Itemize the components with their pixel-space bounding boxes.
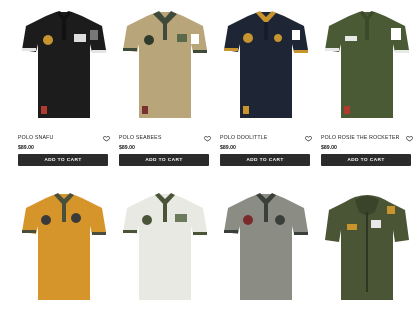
product-price: $89.00 bbox=[321, 145, 337, 151]
add-to-cart-button[interactable]: ADD TO CART bbox=[321, 154, 411, 166]
product-card[interactable]: POLO SEABEES $89.00 ADD TO CART bbox=[119, 8, 211, 166]
polo-shirt-image bbox=[325, 11, 409, 118]
product-card[interactable]: POLO ROSIE THE ROCKETER $89.00 ADD TO CA… bbox=[321, 8, 413, 166]
product-name[interactable]: POLO DOOLITTLE bbox=[220, 135, 267, 141]
product-grid: POLO SNAFU $89.00 ADD TO CART POLO SEABE… bbox=[0, 0, 420, 300]
product-image[interactable] bbox=[119, 8, 211, 128]
product-image[interactable] bbox=[18, 190, 110, 310]
hoodie-image bbox=[325, 195, 409, 300]
wishlist-heart-icon[interactable] bbox=[305, 135, 312, 142]
polo-shirt-image bbox=[22, 11, 106, 118]
product-price: $89.00 bbox=[119, 145, 135, 151]
wishlist-heart-icon[interactable] bbox=[406, 135, 413, 142]
product-card[interactable] bbox=[321, 190, 413, 310]
product-price: $89.00 bbox=[18, 145, 34, 151]
polo-shirt-image bbox=[224, 193, 308, 300]
product-card[interactable] bbox=[220, 190, 312, 310]
product-name[interactable]: POLO SEABEES bbox=[119, 135, 161, 141]
product-card[interactable] bbox=[119, 190, 211, 310]
product-name[interactable]: POLO ROSIE THE ROCKETER bbox=[321, 135, 400, 141]
product-image[interactable] bbox=[321, 8, 413, 128]
product-image[interactable] bbox=[321, 190, 413, 310]
add-to-cart-button[interactable]: ADD TO CART bbox=[18, 154, 108, 166]
product-card[interactable]: POLO SNAFU $89.00 ADD TO CART bbox=[18, 8, 110, 166]
add-to-cart-button[interactable]: ADD TO CART bbox=[220, 154, 310, 166]
product-image[interactable] bbox=[220, 190, 312, 310]
product-price: $89.00 bbox=[220, 145, 236, 151]
polo-shirt-image bbox=[123, 193, 207, 300]
polo-shirt-image bbox=[123, 11, 207, 118]
polo-shirt-image bbox=[224, 11, 308, 118]
add-to-cart-button[interactable]: ADD TO CART bbox=[119, 154, 209, 166]
product-image[interactable] bbox=[119, 190, 211, 310]
polo-shirt-image bbox=[22, 193, 106, 300]
product-name[interactable]: POLO SNAFU bbox=[18, 135, 53, 141]
wishlist-heart-icon[interactable] bbox=[204, 135, 211, 142]
product-image[interactable] bbox=[18, 8, 110, 128]
product-card[interactable] bbox=[18, 190, 110, 310]
product-card[interactable]: POLO DOOLITTLE $89.00 ADD TO CART bbox=[220, 8, 312, 166]
product-image[interactable] bbox=[220, 8, 312, 128]
wishlist-heart-icon[interactable] bbox=[103, 135, 110, 142]
